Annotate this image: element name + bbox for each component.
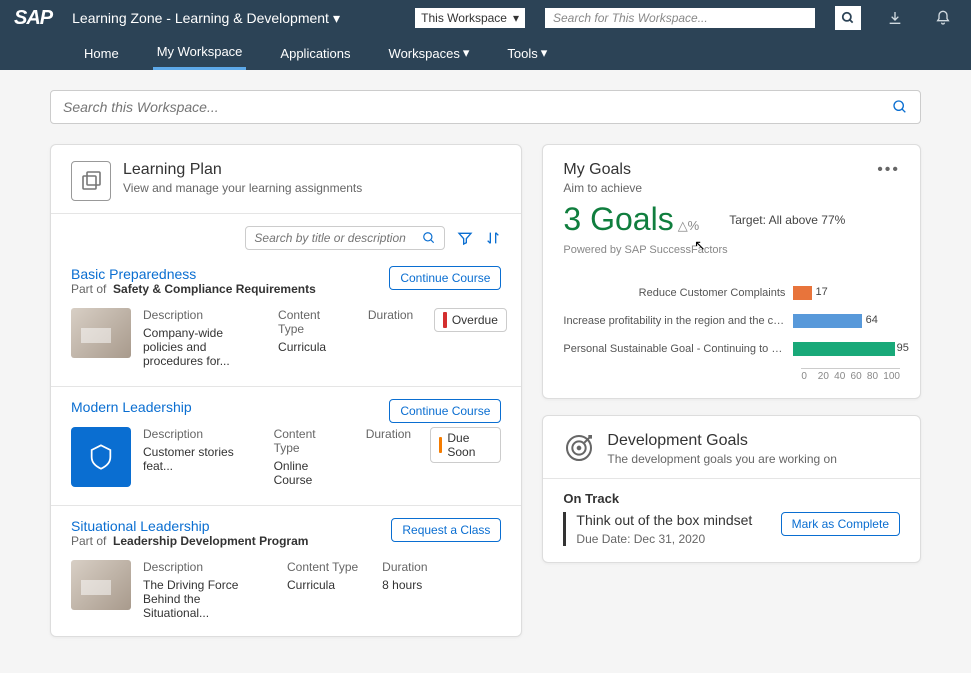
powered-by: Powered by SAP SuccessFactors [563,244,900,256]
partof-value: Safety & Compliance Requirements [113,282,316,296]
caret-down-icon: ▾ [333,10,340,27]
overdue-indicator-icon [443,312,447,328]
chevron-down-icon: ▾ [513,11,519,25]
chevron-down-icon: ▾ [463,45,470,61]
learning-plan-title: Learning Plan [123,161,362,179]
workspace-search[interactable] [50,90,921,124]
nav-my-workspace[interactable]: My Workspace [153,36,247,70]
course-item: Situational Leadership Part of Leadershi… [71,518,501,620]
nav-applications[interactable]: Applications [276,36,354,70]
course-content-type: Curricula [287,578,358,592]
dev-goal-title: Think out of the box mindset [576,512,752,528]
chart-bar [793,342,894,356]
search-button[interactable] [835,6,861,30]
sap-logo: SAP [14,7,52,30]
course-duration: 8 hours [382,578,427,592]
chart-category: Personal Sustainable Goal - Continuing t… [563,343,793,355]
course-item: Basic Preparedness Part of Safety & Comp… [71,266,501,368]
mark-complete-button[interactable]: Mark as Complete [781,512,900,536]
search-scope-select[interactable]: This Workspace ▾ [415,8,525,28]
continue-course-button[interactable]: Continue Course [389,266,501,290]
nav-home[interactable]: Home [80,36,123,70]
goals-delta-icon: △% [678,218,700,234]
course-thumbnail [71,308,131,358]
status-overdue: Overdue [434,308,507,332]
partof-label: Part of [71,282,106,296]
sort-icon[interactable] [485,230,501,246]
chart-category: Increase profitability in the region and… [563,315,793,327]
tick: 40 [834,371,850,382]
course-description: Customer stories feat... [143,445,250,473]
workspace-title: Learning Zone - Learning & Development [72,10,329,26]
chart-axis: 0 20 40 60 80 100 [801,368,900,382]
bell-icon[interactable] [929,10,957,26]
learning-plan-card: Learning Plan View and manage your learn… [50,144,522,637]
course-filter-input[interactable] [254,231,422,245]
continue-course-button[interactable]: Continue Course [389,399,501,423]
goals-count: 3 Goals [563,201,673,238]
chart-value: 17 [816,286,828,298]
search-icon [841,11,855,25]
course-title-link[interactable]: Modern Leadership [71,399,192,415]
tick: 0 [801,371,817,382]
course-title-link[interactable]: Basic Preparedness [71,266,316,282]
scope-label: This Workspace [421,11,507,25]
status-due-soon: Due Soon [430,427,501,463]
chart-category: Reduce Customer Complaints [563,287,793,299]
course-description: The Driving Force Behind the Situational… [143,578,263,620]
course-description: Company-wide policies and procedures for… [143,326,254,368]
global-search-input[interactable] [545,8,815,28]
nav-workspaces[interactable]: Workspaces▾ [385,36,474,70]
goals-subtitle: Aim to achieve [563,181,642,195]
search-icon[interactable] [892,99,908,115]
workspace-dropdown[interactable]: Learning Zone - Learning & Development ▾ [72,10,340,27]
course-thumbnail [71,427,131,487]
tick: 20 [818,371,834,382]
dev-goals-subtitle: The development goals you are working on [607,452,836,466]
course-thumbnail [71,560,131,610]
course-item: Modern Leadership Continue Course Descri… [71,399,501,487]
course-title-link[interactable]: Situational Leadership [71,518,308,534]
partof-value: Leadership Development Program [113,534,308,548]
chart-value: 64 [866,314,878,326]
my-goals-card: My Goals Aim to achieve ••• 3 Goals △% T… [542,144,921,399]
dev-goal-due: Due Date: Dec 31, 2020 [576,532,752,546]
chart-bar [793,314,861,328]
dev-goals-card: Development Goals The development goals … [542,415,921,563]
nav-tools[interactable]: Tools▾ [503,36,551,70]
chart-value: 95 [897,342,909,354]
goals-target: Target: All above 77% [729,213,845,227]
learning-plan-icon [71,161,111,201]
chart-bar [793,286,811,300]
chevron-down-icon: ▾ [541,45,548,61]
due-soon-indicator-icon [439,437,442,453]
on-track-label: On Track [563,491,900,506]
filter-icon[interactable] [457,230,473,246]
target-icon [563,432,595,464]
partof-label: Part of [71,534,106,548]
goals-title: My Goals [563,161,642,179]
dev-goals-title: Development Goals [607,432,836,450]
download-icon[interactable] [881,10,909,26]
search-icon[interactable] [422,231,436,245]
course-content-type: Curricula [278,340,344,354]
more-menu-icon[interactable]: ••• [877,161,900,179]
tick: 100 [883,371,900,382]
request-class-button[interactable]: Request a Class [391,518,501,542]
learning-plan-subtitle: View and manage your learning assignment… [123,181,362,195]
tick: 80 [867,371,883,382]
tick: 60 [851,371,867,382]
course-content-type: Online Course [274,459,342,487]
course-filter-search[interactable] [245,226,445,250]
workspace-search-input[interactable] [63,99,892,115]
dev-goal-item: Think out of the box mindset Due Date: D… [563,512,900,546]
goals-chart: Reduce Customer Complaints 17 Increase p… [563,284,900,382]
